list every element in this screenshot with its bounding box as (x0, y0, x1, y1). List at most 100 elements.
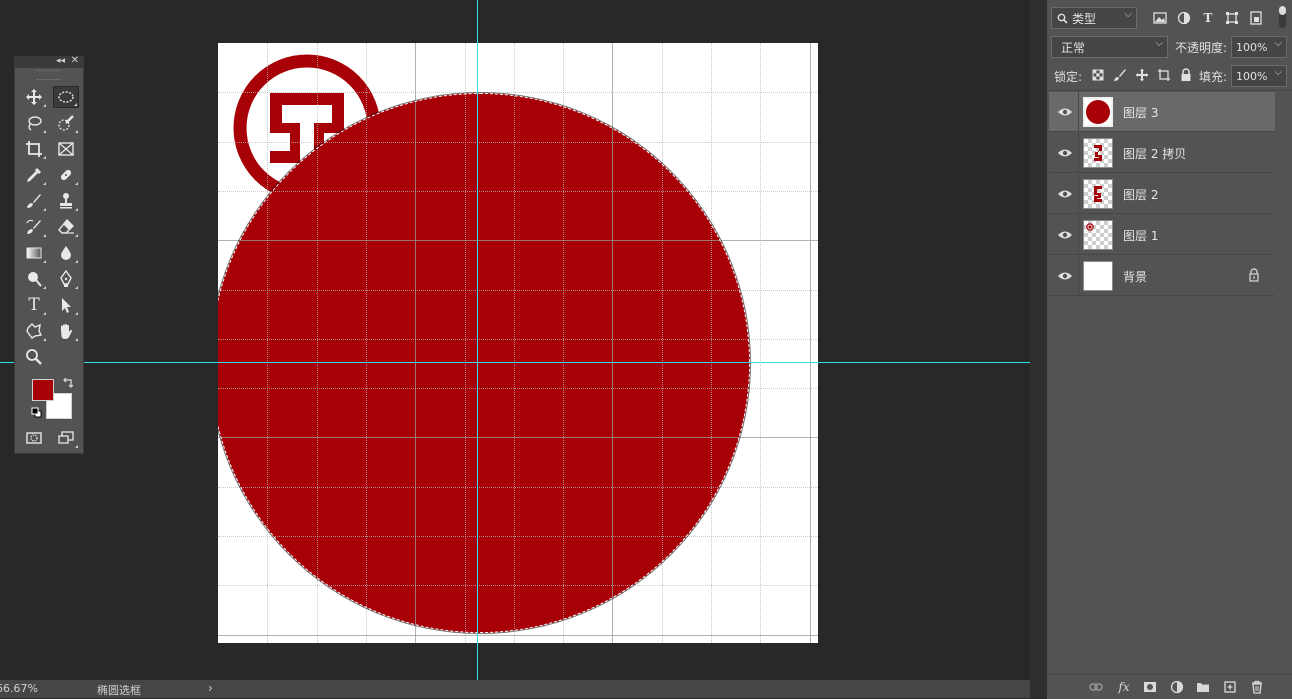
filter-type-label: 类型 (1072, 11, 1097, 26)
lock-all-icon[interactable] (1178, 67, 1194, 83)
grid-line-vertical (760, 43, 761, 643)
layer-list-empty-area[interactable] (1047, 297, 1276, 673)
document-workspace[interactable]: ◂◂ ✕ T (0, 0, 1030, 680)
red-glyph-thumb (1094, 186, 1102, 202)
zoom-tool-icon[interactable] (21, 346, 47, 368)
layers-panel: 类型 ⌵ T 正常 ⌵ 不透明度: 100% ⌵ 锁定: 填充: 100% ⌵ … (1047, 0, 1292, 699)
add-mask-icon[interactable] (1142, 679, 1158, 695)
fx-icon[interactable]: fx (1116, 679, 1132, 695)
filter-pixel-icon[interactable] (1152, 10, 1168, 26)
move-tool-icon[interactable] (21, 86, 47, 108)
document-canvas[interactable] (218, 43, 818, 643)
default-colors-icon[interactable] (31, 407, 42, 418)
screen-mode-icon[interactable] (53, 427, 79, 449)
opacity-value: 100% (1236, 40, 1268, 54)
layer-name: 图层 3 (1123, 106, 1159, 120)
lock-image-pixels-icon[interactable] (1112, 67, 1128, 83)
healing-brush-tool-icon[interactable] (53, 164, 79, 186)
lock-transparent-pixels-icon[interactable] (1090, 67, 1106, 83)
type-tool-glyph: T (28, 295, 40, 315)
layer-thumbnail (1083, 179, 1113, 209)
quick-selection-tool-icon[interactable] (53, 112, 79, 134)
layer-row[interactable]: 背景 (1049, 256, 1275, 296)
lock-artboard-icon[interactable] (1156, 67, 1172, 83)
collapse-icon[interactable]: ◂◂ (56, 56, 65, 66)
custom-shape-tool-icon[interactable] (21, 320, 47, 342)
blend-mode-dropdown[interactable]: 正常 ⌵ (1051, 36, 1168, 58)
layer-row[interactable]: 图层 1 (1049, 215, 1275, 255)
layer-thumbnail (1083, 138, 1113, 168)
horizontal-guide[interactable] (0, 362, 1030, 363)
zoom-level[interactable]: 66.67% (0, 682, 38, 695)
fill-value: 100% (1236, 69, 1268, 83)
adjustment-layer-icon[interactable] (1169, 679, 1185, 695)
lasso-tool-icon[interactable] (21, 112, 47, 134)
blur-tool-icon[interactable] (53, 242, 79, 264)
row-separator (1078, 215, 1079, 255)
row-separator (1078, 92, 1079, 132)
eye-icon[interactable] (1057, 227, 1073, 243)
history-brush-tool-icon[interactable] (21, 216, 47, 238)
layer-row[interactable]: 图层 3 (1049, 92, 1275, 132)
layer-row[interactable]: 图层 2 拷贝 (1049, 133, 1275, 173)
path-selection-tool-icon[interactable] (53, 294, 79, 316)
lock-icon[interactable] (1247, 268, 1261, 282)
dodge-tool-icon[interactable] (21, 268, 47, 290)
swap-colors-icon[interactable] (63, 377, 75, 389)
delete-layer-icon[interactable] (1249, 679, 1265, 695)
opacity-label: 不透明度: (1175, 41, 1228, 55)
chevron-down-icon: ⌵ (1274, 67, 1282, 78)
gradient-tool-icon[interactable] (21, 242, 47, 264)
tools-panel: ◂◂ ✕ T (14, 55, 84, 454)
status-bar: 66.67% 椭圆选框 › (0, 680, 1030, 698)
elliptical-marquee-tool-icon[interactable] (53, 86, 79, 108)
hand-tool-icon[interactable] (53, 320, 79, 342)
crop-tool-icon[interactable] (21, 138, 47, 160)
eyedropper-tool-icon[interactable] (21, 164, 47, 186)
layer-row[interactable]: 图层 2 (1049, 174, 1275, 214)
fill-label: 填充: (1199, 70, 1228, 84)
eye-icon[interactable] (1057, 145, 1073, 161)
filter-adjustment-icon[interactable] (1176, 10, 1192, 26)
eraser-tool-icon[interactable] (53, 216, 79, 238)
panel-divider (1047, 90, 1292, 91)
eye-icon[interactable] (1057, 186, 1073, 202)
quick-mask-icon[interactable] (21, 427, 47, 449)
layers-scrollbar-track[interactable] (1276, 91, 1290, 674)
red-glyph-thumb (1094, 145, 1102, 161)
close-icon[interactable]: ✕ (71, 55, 79, 66)
layer-name: 图层 2 拷贝 (1123, 147, 1187, 161)
chevron-down-icon: ⌵ (1274, 38, 1282, 49)
chevron-down-icon: ⌵ (1155, 38, 1163, 49)
elliptical-marquee-selection (218, 93, 750, 633)
eye-icon[interactable] (1057, 104, 1073, 120)
foreground-color-swatch[interactable] (32, 379, 54, 401)
tools-panel-header[interactable]: ◂◂ ✕ (15, 55, 83, 68)
pen-tool-icon[interactable] (53, 268, 79, 290)
new-group-icon[interactable] (1195, 679, 1211, 695)
layer-thumbnail (1083, 261, 1113, 291)
filter-smart-object-icon[interactable] (1248, 10, 1264, 26)
blend-mode-value: 正常 (1061, 40, 1086, 55)
filter-type-icon[interactable]: T (1200, 10, 1216, 26)
vertical-guide[interactable] (477, 0, 478, 680)
chevron-down-icon: ⌵ (1124, 9, 1132, 20)
opacity-input[interactable]: 100% ⌵ (1231, 36, 1287, 58)
filter-shape-icon[interactable] (1224, 10, 1240, 26)
status-menu-arrow-icon[interactable]: › (208, 681, 213, 695)
frame-tool-icon[interactable] (53, 138, 79, 160)
panel-grip[interactable] (37, 70, 61, 80)
filter-toggle-switch[interactable] (1279, 6, 1286, 28)
brush-tool-icon[interactable] (21, 190, 47, 212)
grid-line-horizontal (218, 635, 818, 636)
link-layers-icon[interactable] (1088, 679, 1104, 695)
fill-input[interactable]: 100% ⌵ (1231, 65, 1287, 87)
layer-filter-dropdown[interactable]: 类型 ⌵ (1051, 7, 1137, 29)
new-layer-icon[interactable] (1222, 679, 1238, 695)
eye-icon[interactable] (1057, 268, 1073, 284)
layers-panel-footer: fx (1047, 674, 1292, 699)
logo-small-thumb (1086, 223, 1094, 231)
type-tool-icon[interactable]: T (21, 294, 47, 316)
lock-position-icon[interactable] (1134, 67, 1150, 83)
clone-stamp-tool-icon[interactable] (53, 190, 79, 212)
